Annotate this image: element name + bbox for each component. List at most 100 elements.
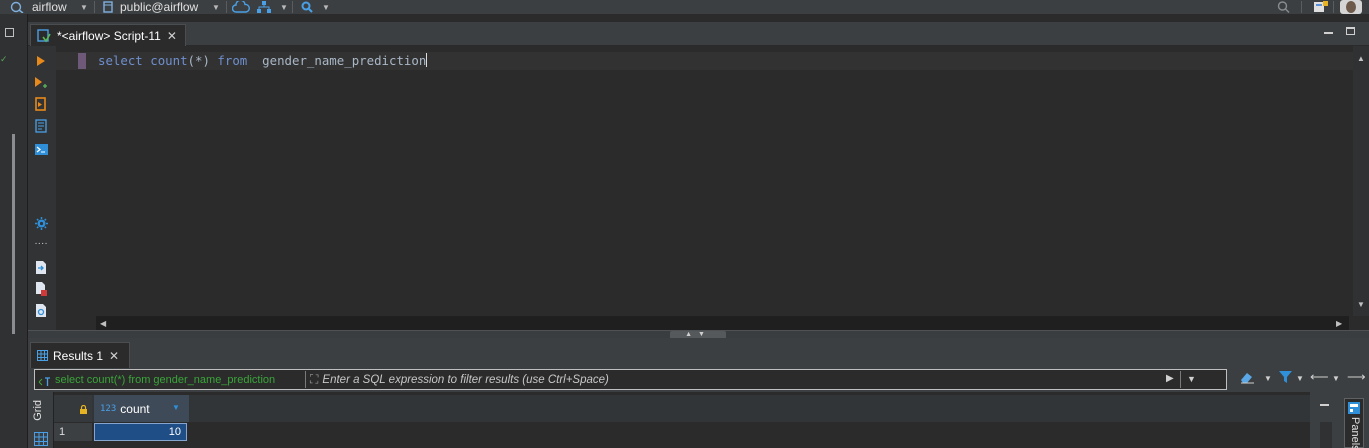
statement-marker <box>78 53 86 69</box>
keyword-from: from <box>217 53 248 68</box>
results-tab-label: Results 1 <box>53 348 104 363</box>
left-side-strip: ✓ <box>0 14 28 448</box>
tab-script-11[interactable]: *<airflow> Script-11 ✕ <box>30 24 186 46</box>
grid-view-tab[interactable]: Grid <box>32 400 44 421</box>
search-button[interactable] <box>301 0 314 14</box>
eraser-icon[interactable] <box>1240 371 1255 387</box>
schema-dropdown-icon[interactable]: ▼ <box>212 0 220 14</box>
filter-history-dropdown-icon[interactable]: ▼ <box>1187 374 1196 384</box>
scroll-up-icon[interactable]: ▲ <box>1357 54 1365 63</box>
column-header-count[interactable]: 123 count ▼ <box>94 395 189 422</box>
editor-vertical-scrollbar[interactable]: ▲ ▼ <box>1353 46 1369 316</box>
count-args: (*) <box>187 53 210 68</box>
column-header-label: count <box>120 401 150 416</box>
gear-icon <box>34 216 48 230</box>
execute-script-button[interactable] <box>34 97 48 111</box>
query-text-link[interactable]: select count(*) from gender_name_predict… <box>35 374 301 386</box>
perspective-button[interactable] <box>1314 0 1328 14</box>
keyword-select: select <box>98 53 143 68</box>
filter-box: select count(*) from gender_name_predict… <box>34 369 1227 390</box>
more-tools-icon[interactable]: ···· <box>34 236 48 250</box>
scroll-right-icon[interactable]: ▶ <box>1336 319 1342 328</box>
schema-icon <box>103 1 113 13</box>
grid-icon <box>34 432 48 446</box>
table-cell-count[interactable]: 10 <box>94 423 187 441</box>
sql-editor[interactable]: select count(*) from gender_name_predict… <box>56 46 1353 316</box>
lock-icon <box>80 405 87 414</box>
toolbar-separator <box>94 1 95 13</box>
global-search-button[interactable] <box>1277 0 1291 14</box>
back-arrow-icon[interactable]: ⟵ <box>1310 369 1329 385</box>
editor-results-splitter[interactable]: ▲▼ <box>28 330 1369 339</box>
editor-side-toolbar: ···· <box>28 46 56 334</box>
editor-tab-label: *<airflow> Script-11 <box>57 28 161 43</box>
panels-toggle-button[interactable]: Panels <box>1344 398 1364 448</box>
table-icon <box>37 350 48 361</box>
row-number-header <box>54 395 92 422</box>
datasource-dropdown-icon[interactable]: ▼ <box>80 0 88 14</box>
scroll-down-icon[interactable]: ▼ <box>1357 300 1365 309</box>
function-count: count <box>150 53 188 68</box>
database-connection-icon <box>10 1 24 13</box>
results-view-side-tabs: Grid <box>28 392 54 448</box>
transaction-mode-button[interactable] <box>257 0 271 14</box>
results-tab-bar: Results 1 ✕ <box>28 338 1369 368</box>
schema-selector[interactable]: public@airflow <box>103 0 198 14</box>
left-strip-scroll[interactable] <box>12 134 15 334</box>
export-button[interactable] <box>34 260 48 274</box>
check-icon: ✓ <box>0 54 8 64</box>
apply-filter-icon[interactable]: ▶ <box>1166 373 1174 384</box>
filter-expression-input[interactable] <box>318 370 1139 389</box>
sql-code[interactable]: select count(*) from gender_name_predict… <box>98 53 428 69</box>
expand-filter-icon[interactable]: ⛶ <box>310 372 318 387</box>
row-number-cell[interactable]: 1 <box>54 423 92 441</box>
explain-plan-button[interactable] <box>34 119 48 133</box>
file-format-icon <box>36 303 46 317</box>
query-text: select count(*) from gender_name_predict… <box>55 373 276 386</box>
panels-icon <box>1348 402 1360 414</box>
editor-minimize-icon[interactable] <box>1324 32 1333 34</box>
close-icon[interactable]: ✕ <box>167 29 177 43</box>
sort-icon[interactable]: ▼ <box>172 403 180 412</box>
filter-separator <box>305 371 306 388</box>
tab-results-1[interactable]: Results 1 ✕ <box>30 342 130 368</box>
cloud-connect-button[interactable] <box>232 0 250 14</box>
results-filter-bar: select count(*) from gender_name_predict… <box>28 368 1369 392</box>
execute-statement-button[interactable] <box>34 54 48 68</box>
grid-header <box>54 395 1310 422</box>
table-name: gender_name_prediction <box>262 53 427 68</box>
datasource-label: airflow <box>32 0 67 14</box>
format-button[interactable] <box>34 303 48 317</box>
scroll-left-icon[interactable]: ◀ <box>100 319 106 328</box>
user-avatar[interactable] <box>1340 0 1362 14</box>
toolbar-separator <box>1301 1 1302 13</box>
editor-maximize-icon[interactable] <box>1346 27 1355 35</box>
forward-arrow-icon[interactable]: ⟶ <box>1347 369 1366 385</box>
script-run-icon <box>35 97 46 111</box>
eraser-dropdown-icon[interactable]: ▼ <box>1264 374 1272 383</box>
network-icon <box>257 1 271 13</box>
search-dropdown-icon[interactable]: ▼ <box>322 0 330 14</box>
cloud-icon <box>232 1 250 13</box>
settings-button[interactable] <box>34 216 48 230</box>
avatar-icon <box>1340 0 1362 14</box>
play-plus-icon <box>35 77 47 88</box>
grid-scroll-stub[interactable] <box>1320 422 1332 448</box>
close-icon[interactable]: ✕ <box>109 349 119 363</box>
back-dropdown-icon[interactable]: ▼ <box>1332 374 1340 383</box>
terminal-icon <box>34 143 48 155</box>
filter-dropdown-icon[interactable]: ▼ <box>1296 374 1304 383</box>
search-icon <box>301 1 313 13</box>
open-console-button[interactable] <box>34 142 48 156</box>
minimize-icon[interactable] <box>5 28 14 37</box>
transaction-dropdown-icon[interactable]: ▼ <box>280 0 288 14</box>
datasource-selector[interactable]: airflow <box>10 0 67 14</box>
delete-file-button[interactable] <box>34 282 48 296</box>
results-right-panel: Panels <box>1310 392 1369 448</box>
editor-horizontal-scrollbar[interactable]: ◀ ▶ <box>96 316 1349 330</box>
grid-minimize-icon[interactable] <box>1320 404 1329 406</box>
filter-funnel-icon[interactable] <box>1279 371 1292 387</box>
execute-new-tab-button[interactable] <box>34 76 48 90</box>
perspective-icon <box>1314 1 1328 12</box>
panels-label: Panels <box>1349 417 1361 448</box>
